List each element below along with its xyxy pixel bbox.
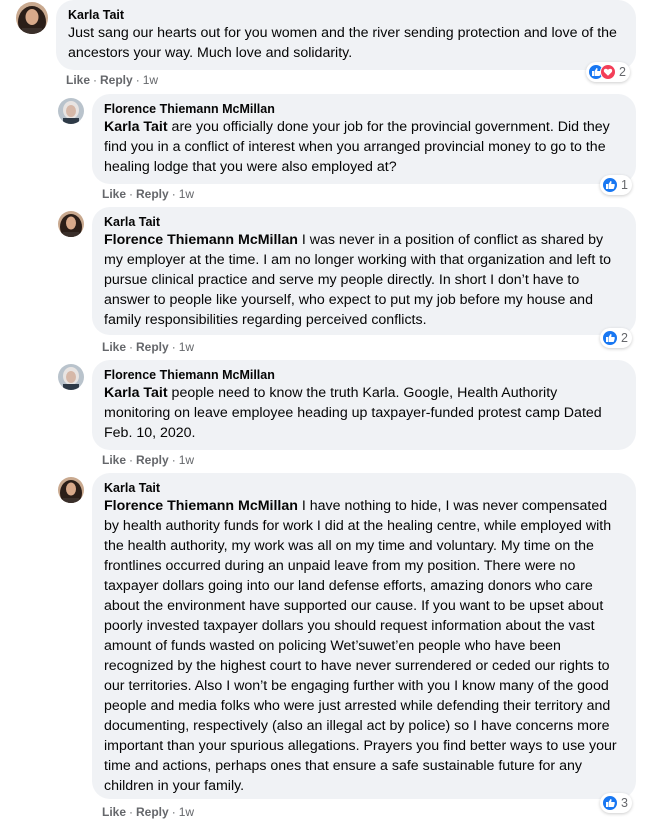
like-button[interactable]: Like <box>102 340 126 354</box>
reply-button[interactable]: Reply <box>100 73 133 87</box>
comment-time[interactable]: 1w <box>179 805 194 819</box>
comment-time[interactable]: 1w <box>179 453 194 467</box>
comment-author[interactable]: Karla Tait <box>68 7 624 23</box>
comment-body: people need to know the truth Karla. Goo… <box>104 385 602 441</box>
comment-body: are you officially done your job for the… <box>104 119 610 175</box>
comment-time[interactable]: 1w <box>143 73 158 87</box>
comment-author[interactable]: Florence Thiemann McMillan <box>104 101 624 117</box>
like-reaction-icon <box>602 330 618 346</box>
comment-4: Florence Thiemann McMillan Karla Tait pe… <box>0 360 648 472</box>
mention-link[interactable]: Florence Thiemann McMillan <box>104 232 298 248</box>
like-reaction-icon <box>602 177 618 193</box>
comment-2: Florence Thiemann McMillan Karla Tait ar… <box>0 94 648 206</box>
comment-text: Karla Tait are you officially done your … <box>104 117 624 177</box>
mention-link[interactable]: Florence Thiemann McMillan <box>104 498 298 514</box>
comment-actions: Like · Reply · 1w <box>102 453 195 467</box>
avatar-florence-mcmillan[interactable] <box>58 98 84 124</box>
karla-avatar-icon <box>58 477 84 503</box>
comment-1: Karla Tait Just sang our hearts out for … <box>0 0 648 92</box>
like-reaction-icon <box>602 795 618 811</box>
comment-body: I have nothing to hide, I was never comp… <box>104 498 617 794</box>
mention-link[interactable]: Karla Tait <box>104 119 168 135</box>
karla-avatar-icon <box>58 211 84 237</box>
reaction-count: 3 <box>621 796 628 810</box>
comment-bubble: Karla Tait Florence Thiemann McMillan I … <box>92 473 636 799</box>
comment-body: Just sang our hearts out for you women a… <box>68 25 617 61</box>
comment-bubble: Florence Thiemann McMillan Karla Tait pe… <box>92 360 636 450</box>
comment-3: Karla Tait Florence Thiemann McMillan I … <box>0 207 648 359</box>
comment-text: Karla Tait people need to know the truth… <box>104 383 624 443</box>
like-button[interactable]: Like <box>66 73 90 87</box>
comment-5: Karla Tait Florence Thiemann McMillan I … <box>0 473 648 823</box>
comment-text: Florence Thiemann McMillan I was never i… <box>104 230 624 330</box>
comment-actions: Like · Reply · 1w <box>102 187 195 201</box>
florence-avatar-icon <box>58 364 84 390</box>
reaction-count: 2 <box>619 65 626 79</box>
reaction-summary[interactable]: 2 <box>586 62 630 82</box>
comment-text: Florence Thiemann McMillan I have nothin… <box>104 496 624 796</box>
mention-link[interactable]: Karla Tait <box>104 385 168 401</box>
comment-actions: Like · Reply · 1w <box>102 340 195 354</box>
reaction-count: 2 <box>621 331 628 345</box>
reply-button[interactable]: Reply <box>136 805 169 819</box>
reaction-summary[interactable]: 3 <box>600 793 632 813</box>
comment-actions: Like · Reply · 1w <box>66 73 159 87</box>
reaction-count: 1 <box>621 178 628 192</box>
like-button[interactable]: Like <box>102 453 126 467</box>
comment-actions: Like · Reply · 1w <box>102 805 195 819</box>
florence-avatar-icon <box>58 98 84 124</box>
reaction-summary[interactable]: 2 <box>600 328 632 348</box>
comment-author[interactable]: Florence Thiemann McMillan <box>104 367 624 383</box>
comment-bubble: Florence Thiemann McMillan Karla Tait ar… <box>92 94 636 184</box>
avatar-karla-tait[interactable] <box>58 477 84 503</box>
comment-bubble: Karla Tait Florence Thiemann McMillan I … <box>92 207 636 335</box>
comment-bubble: Karla Tait Just sang our hearts out for … <box>56 0 636 70</box>
like-button[interactable]: Like <box>102 805 126 819</box>
like-button[interactable]: Like <box>102 187 126 201</box>
reaction-summary[interactable]: 1 <box>600 175 632 195</box>
love-reaction-icon <box>600 64 616 80</box>
avatar-karla-tait[interactable] <box>58 211 84 237</box>
comment-author[interactable]: Karla Tait <box>104 480 624 496</box>
reply-button[interactable]: Reply <box>136 187 169 201</box>
reply-button[interactable]: Reply <box>136 340 169 354</box>
karla-avatar-icon <box>16 2 48 34</box>
avatar-karla-tait[interactable] <box>16 2 48 34</box>
comment-text: Just sang our hearts out for you women a… <box>68 23 624 63</box>
reply-button[interactable]: Reply <box>136 453 169 467</box>
comment-author[interactable]: Karla Tait <box>104 214 624 230</box>
avatar-florence-mcmillan[interactable] <box>58 364 84 390</box>
comment-time[interactable]: 1w <box>179 340 194 354</box>
comment-time[interactable]: 1w <box>179 187 194 201</box>
